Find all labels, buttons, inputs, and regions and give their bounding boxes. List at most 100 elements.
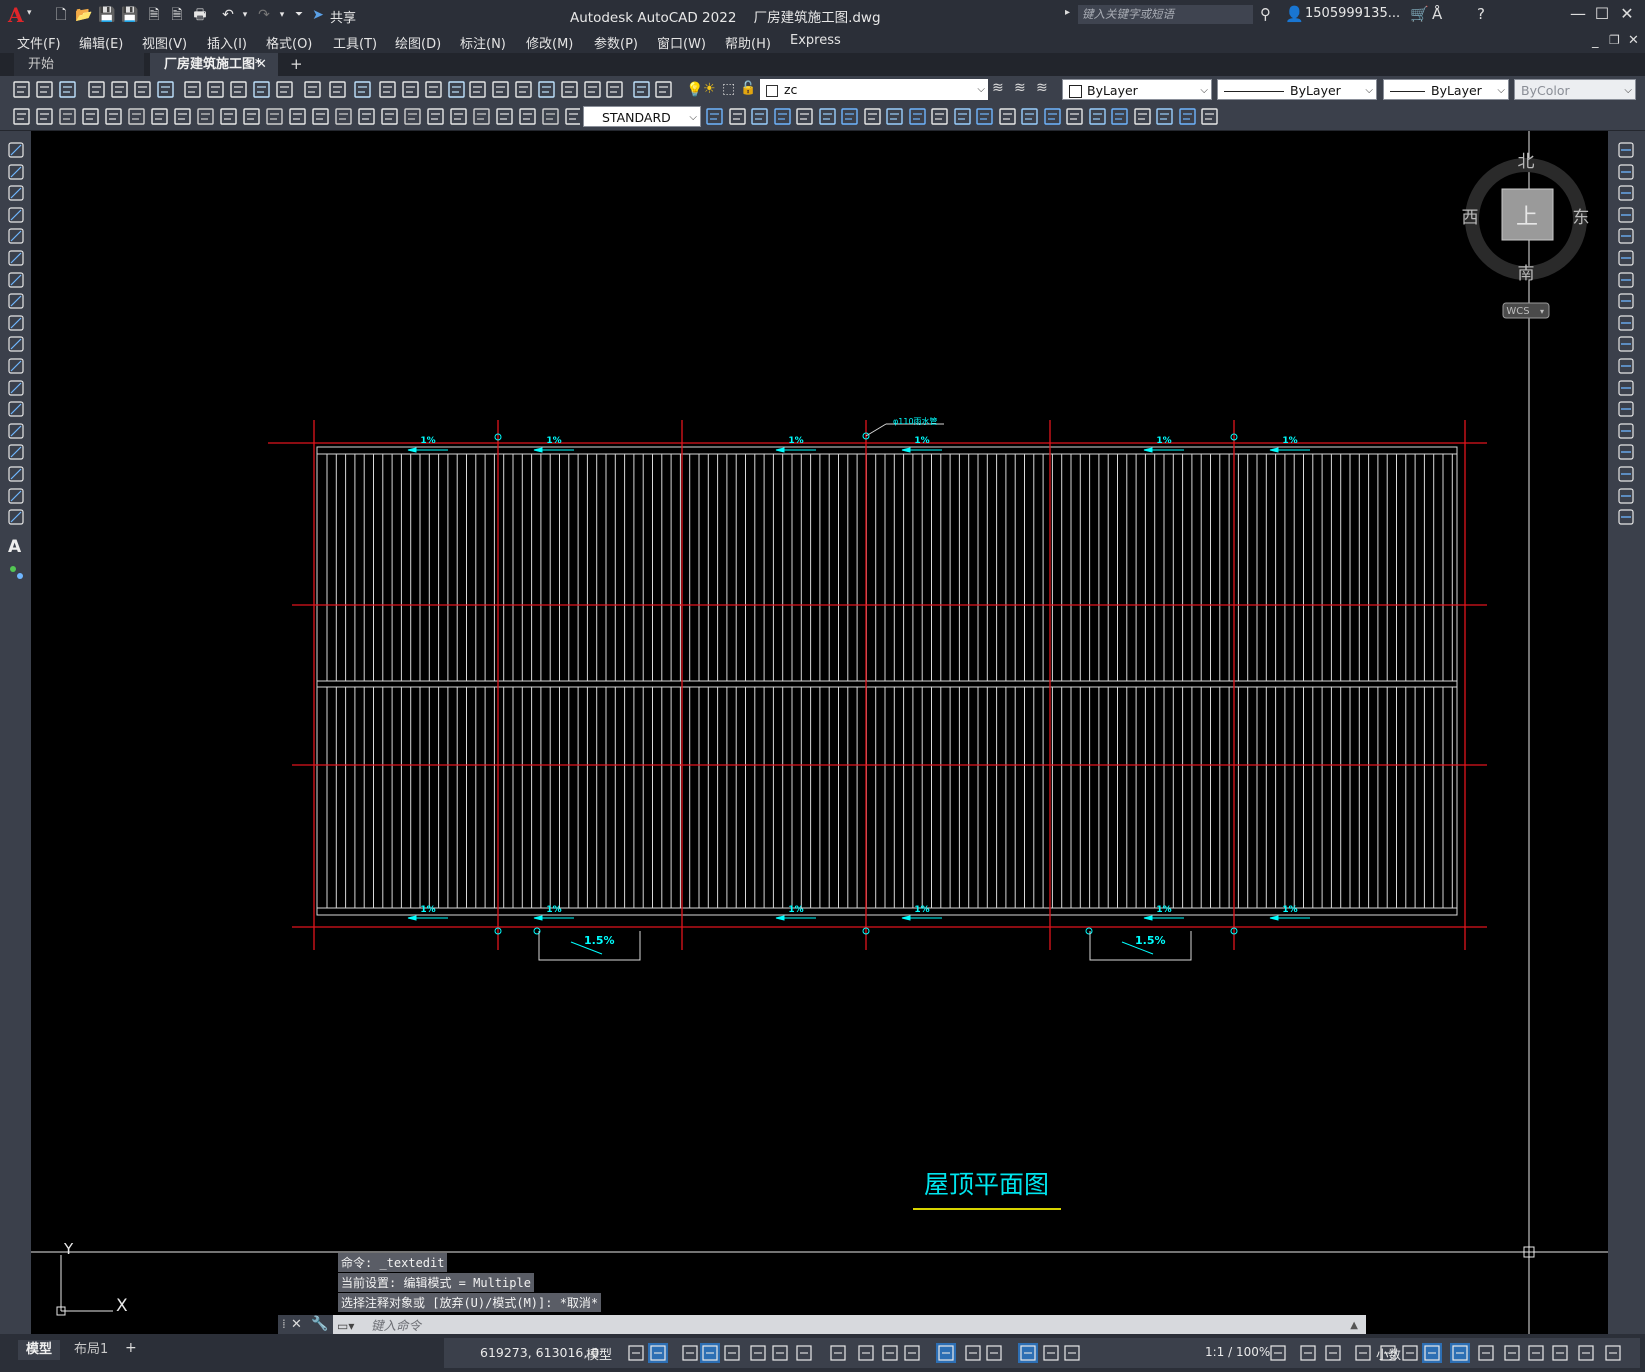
status-toggle-icon[interactable] — [724, 1345, 740, 1361]
model-viewport[interactable]: 1% 1% 1% 1% 1% 1% 1% 1% 1% 1% 1% 1% 1.5% 1.5% φ110雨… — [31, 131, 1608, 1334]
status-toggle-icon[interactable] — [882, 1345, 898, 1361]
status-toggle-icon[interactable] — [1422, 1343, 1442, 1363]
menu-modify[interactable]: 修改(M) — [526, 33, 573, 52]
modify-tool-icon[interactable] — [774, 108, 791, 125]
modify-tool-icon[interactable] — [1179, 108, 1196, 125]
status-toggle-icon[interactable] — [648, 1343, 668, 1363]
add-layout-icon[interactable]: + — [125, 1340, 137, 1356]
modify-tool-icon[interactable] — [1618, 358, 1634, 374]
draw-tool-icon[interactable] — [8, 185, 24, 201]
modify-tool-icon[interactable] — [1066, 108, 1083, 125]
modify-tool-icon[interactable] — [796, 108, 813, 125]
status-toggle-icon[interactable] — [904, 1345, 920, 1361]
status-toggle-icon[interactable] — [628, 1345, 644, 1361]
viewcube-south[interactable]: 南 — [1518, 264, 1535, 284]
standard-tool-icon[interactable] — [584, 81, 601, 98]
modify-tool-icon[interactable] — [1044, 108, 1061, 125]
viewcube[interactable]: 上 北 南 西 东 WCS ▾ — [1462, 152, 1590, 319]
menu-format[interactable]: 格式(O) — [266, 33, 312, 52]
dimension-tool-icon[interactable] — [243, 108, 260, 125]
modify-palette-icons[interactable] — [1608, 131, 1645, 531]
expand-search-icon[interactable]: ▸ — [1065, 7, 1070, 18]
undo-icon[interactable]: ↶ — [219, 6, 237, 24]
coordinate-readout[interactable]: 619273, 613016, 0 — [480, 1345, 599, 1360]
status-toggle-icon[interactable] — [1325, 1345, 1341, 1361]
modify-tool-icon[interactable] — [864, 108, 881, 125]
status-toggle-icon[interactable] — [1270, 1345, 1286, 1361]
status-toggle-icon[interactable] — [700, 1343, 720, 1363]
draw-tool-icon[interactable] — [8, 358, 24, 374]
modify-tool-icon[interactable] — [886, 108, 903, 125]
modify-tool-icon[interactable] — [1618, 380, 1634, 396]
dimension-tool-icon[interactable] — [542, 108, 559, 125]
draw-tool-icon[interactable] — [8, 250, 24, 266]
color-dropdown[interactable]: ByLayer ⌵ — [1062, 79, 1212, 100]
dimension-tool-icon[interactable] — [450, 108, 467, 125]
layer-thaw-icon[interactable]: ☀ — [703, 81, 716, 97]
modify-tool-icon[interactable] — [976, 108, 993, 125]
modify-tool-icon[interactable] — [1021, 108, 1038, 125]
modify-tool-icon[interactable] — [1618, 444, 1634, 460]
autocad-logo-button[interactable]: A — [8, 3, 24, 27]
redo-dropdown-icon[interactable]: ▾ — [273, 6, 291, 24]
standard-tool-icon[interactable] — [354, 81, 371, 98]
menu-view[interactable]: 视图(V) — [142, 33, 187, 52]
modify-tool-icon[interactable] — [1618, 142, 1634, 158]
modify-tool-icon[interactable] — [1134, 108, 1151, 125]
status-toggle-icon[interactable] — [1552, 1345, 1568, 1361]
lineweight-dropdown[interactable]: ByLayer ⌵ — [1383, 79, 1509, 100]
status-toggle-icons[interactable] — [620, 1334, 1640, 1372]
status-toggle-icon[interactable] — [1043, 1345, 1059, 1361]
cart-icon[interactable]: 🛒 — [1410, 5, 1429, 23]
standard-tool-icon[interactable] — [88, 81, 105, 98]
modify-tool-icon[interactable] — [751, 108, 768, 125]
tab-start[interactable]: 开始 — [14, 53, 144, 76]
dimension-tool-icon[interactable] — [565, 108, 580, 125]
status-toggle-icon[interactable] — [1018, 1343, 1038, 1363]
layer-on-icon[interactable]: 💡 — [686, 82, 703, 98]
plotstyle-dropdown[interactable]: ByColor ⌵ — [1514, 79, 1636, 100]
standard-tool-icon[interactable] — [402, 81, 419, 98]
status-toggle-icon[interactable] — [830, 1345, 846, 1361]
menu-parametric[interactable]: 参数(P) — [594, 33, 638, 52]
menu-edit[interactable]: 编辑(E) — [79, 33, 123, 52]
standard-tool-icon[interactable] — [134, 81, 151, 98]
standard-tool-icon[interactable] — [379, 81, 396, 98]
standard-tool-icon[interactable] — [606, 81, 623, 98]
units-selector[interactable]: 小数 — [1376, 1344, 1401, 1363]
help-icon[interactable]: ? — [1477, 5, 1485, 23]
user-account[interactable]: 1505999135... — [1305, 6, 1400, 21]
standard-tool-icon[interactable] — [538, 81, 555, 98]
menu-file[interactable]: 文件(F) — [17, 33, 61, 52]
dimension-tool-icon[interactable] — [151, 108, 168, 125]
dimension-tool-icon[interactable] — [473, 108, 490, 125]
draw-tool-icon[interactable] — [8, 228, 24, 244]
standard-tool-icon[interactable] — [469, 81, 486, 98]
help-search-input[interactable]: 键入关键字或短语 — [1078, 5, 1253, 24]
dimension-tool-icon[interactable] — [128, 108, 145, 125]
redo-icon[interactable]: ↷ — [255, 6, 273, 24]
close-command-icon[interactable]: ✕ — [291, 1317, 302, 1332]
modify-tool-icon[interactable] — [1618, 164, 1634, 180]
new-icon[interactable]: 🗋 — [52, 6, 70, 24]
layer-unlock-icon[interactable]: 🔓 — [740, 81, 756, 96]
plot-icon[interactable]: 🖶 — [191, 6, 209, 24]
standard-tool-icon[interactable] — [184, 81, 201, 98]
modify-tool-icon[interactable] — [1618, 207, 1634, 223]
modify-tool-icon[interactable] — [931, 108, 948, 125]
dimension-tool-icon[interactable] — [519, 108, 536, 125]
dimension-tool-icon[interactable] — [496, 108, 513, 125]
standard-tool-icon[interactable] — [448, 81, 465, 98]
draw-toolbar-icons[interactable] — [0, 131, 31, 591]
dimension-tool-icon[interactable] — [404, 108, 421, 125]
search-icon[interactable]: ⚲ — [1260, 5, 1271, 23]
standard-tool-icon[interactable] — [561, 81, 578, 98]
standard-tool-icon[interactable] — [425, 81, 442, 98]
tab-close-icon[interactable]: ✕ — [256, 53, 267, 76]
standard-tool-icon[interactable] — [276, 81, 293, 98]
model-space-toggle[interactable]: 模型 — [586, 1344, 612, 1363]
dimension-tool-icon[interactable] — [289, 108, 306, 125]
dimension-tool-icon[interactable] — [335, 108, 352, 125]
dimension-tool-icon[interactable] — [312, 108, 329, 125]
dimension-tool-icon[interactable] — [36, 108, 53, 125]
